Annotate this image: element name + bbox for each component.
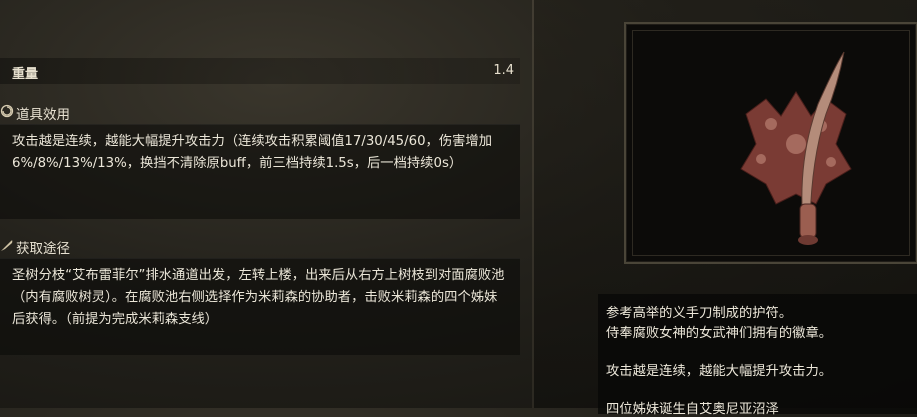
weight-label: 重量 bbox=[12, 67, 39, 82]
effect-title: 道具效用 bbox=[16, 107, 70, 123]
feather-icon bbox=[0, 238, 14, 252]
description-line: 参考高举的义手刀制成的护符。 bbox=[606, 306, 793, 321]
acquisition-text: 圣树分枝“艾布雷菲尔”排水通道出发，左转上楼，出来后从右方上树枝到对面腐败池（内… bbox=[12, 268, 505, 327]
talisman-image bbox=[740, 51, 852, 245]
acquisition-header: 获取途径 bbox=[0, 236, 520, 258]
item-description: 参考高举的义手刀制成的护符。 侍奉腐败女神的女武神们拥有的徽章。 攻击越是连续，… bbox=[598, 294, 917, 417]
effect-header: 道具效用 bbox=[0, 102, 520, 124]
description-line: 攻击越是连续，越能大幅提升攻击力。 bbox=[606, 364, 833, 379]
weight-row: 重量 1.4 bbox=[0, 58, 520, 84]
item-info-panel: 重量 1.4 道具效用 攻击越是连续，越能大幅提升攻击力（连续攻击积累阈值17/… bbox=[0, 0, 530, 408]
description-line: 侍奉腐败女神的女武神们拥有的徽章。 bbox=[606, 326, 833, 341]
item-preview-panel: 参考高举的义手刀制成的护符。 侍奉腐败女神的女武神们拥有的徽章。 攻击越是连续，… bbox=[534, 0, 917, 417]
effect-panel: 攻击越是连续，越能大幅提升攻击力（连续攻击积累阈值17/30/45/60，伤害增… bbox=[0, 124, 520, 219]
acquisition-title: 获取途径 bbox=[16, 241, 70, 257]
swirl-icon bbox=[0, 104, 14, 118]
acquisition-panel: 圣树分枝“艾布雷菲尔”排水通道出发，左转上楼，出来后从右方上树枝到对面腐败池（内… bbox=[0, 258, 520, 355]
effect-text: 攻击越是连续，越能大幅提升攻击力（连续攻击积累阈值17/30/45/60，伤害增… bbox=[12, 134, 493, 171]
item-image-frame bbox=[624, 22, 917, 264]
weight-value: 1.4 bbox=[493, 63, 514, 78]
